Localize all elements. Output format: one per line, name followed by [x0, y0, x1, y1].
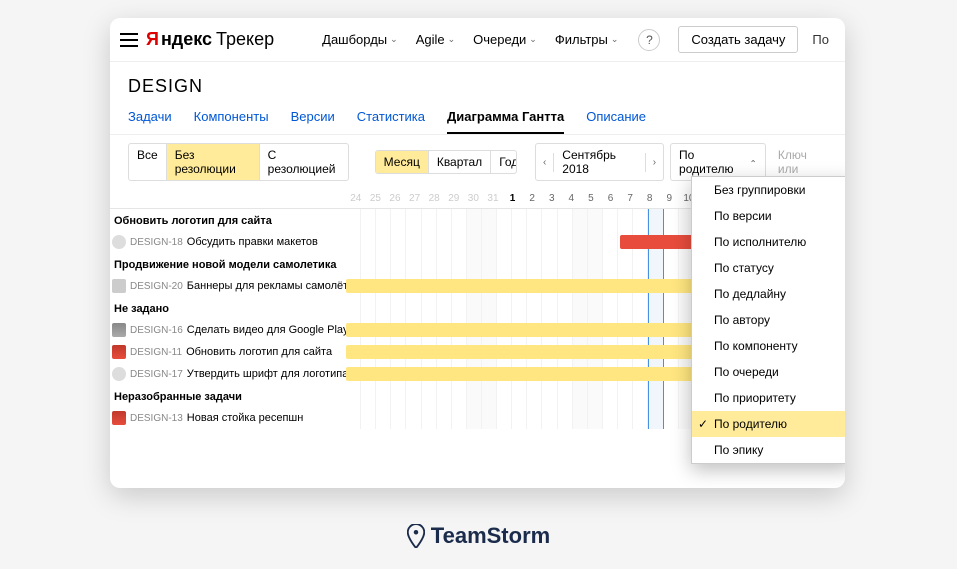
- day-cell[interactable]: 6: [601, 189, 621, 208]
- group-option[interactable]: По автору: [692, 307, 845, 333]
- day-cell[interactable]: 8: [640, 189, 660, 208]
- day-cell[interactable]: 1: [503, 189, 523, 208]
- day-cell[interactable]: 24: [346, 189, 366, 208]
- pin-icon: [407, 524, 425, 548]
- day-cell[interactable]: 5: [581, 189, 601, 208]
- day-cell[interactable]: 7: [620, 189, 640, 208]
- chevron-down-icon: ⌄: [390, 34, 398, 45]
- search-input[interactable]: Ключ или: [778, 148, 827, 176]
- task-key: DESIGN-20: [130, 281, 183, 292]
- nav-agile[interactable]: Agile ⌄: [416, 32, 455, 47]
- truncated-text: По: [812, 32, 829, 47]
- tab-versions[interactable]: Версии: [291, 109, 335, 134]
- period-quarter[interactable]: Квартал: [429, 151, 491, 173]
- task-key: DESIGN-13: [130, 413, 183, 424]
- resolution-with[interactable]: С резолюцией: [260, 144, 348, 180]
- logo[interactable]: Яндекс Трекер: [146, 29, 274, 50]
- task-name: Сделать видео для Google Play: [187, 324, 346, 336]
- help-button[interactable]: ?: [638, 29, 660, 51]
- tab-gantt[interactable]: Диаграмма Гантта: [447, 109, 564, 134]
- resolution-segment: Все Без резолюции С резолюцией: [128, 143, 349, 181]
- logo-andex: ндекс: [161, 29, 212, 50]
- chevron-down-icon: ⌄: [611, 34, 619, 45]
- day-cell[interactable]: 9: [660, 189, 680, 208]
- task-key: DESIGN-11: [130, 347, 182, 358]
- logo-tracker: Трекер: [216, 29, 274, 50]
- task-key: DESIGN-16: [130, 325, 183, 336]
- avatar: [112, 411, 126, 425]
- top-nav: Дашборды ⌄ Agile ⌄ Очереди ⌄ Фильтры ⌄: [322, 32, 618, 47]
- day-cell[interactable]: 2: [522, 189, 542, 208]
- date-nav: ‹ Сентябрь 2018 ›: [535, 143, 664, 181]
- chevron-down-icon: ⌄: [529, 34, 537, 45]
- avatar: [112, 235, 126, 249]
- resolution-none[interactable]: Без резолюции: [167, 144, 260, 180]
- avatar: [112, 367, 126, 381]
- topbar: Яндекс Трекер Дашборды ⌄ Agile ⌄ Очереди…: [110, 18, 845, 62]
- group-option[interactable]: По очереди: [692, 359, 845, 385]
- project-title: DESIGN: [110, 62, 845, 101]
- day-cell[interactable]: 31: [483, 189, 503, 208]
- group-option[interactable]: По дедлайну: [692, 281, 845, 307]
- task-key: DESIGN-18: [130, 237, 183, 248]
- nav-filters[interactable]: Фильтры ⌄: [555, 32, 619, 47]
- group-option[interactable]: По родителю: [692, 411, 845, 437]
- nav-queues[interactable]: Очереди ⌄: [473, 32, 537, 47]
- period-segment: Месяц Квартал Год: [375, 150, 517, 174]
- task-name: Обновить логотип для сайта: [186, 346, 332, 358]
- group-by-dropdown: Без группировкиПо версииПо исполнителюПо…: [691, 176, 845, 464]
- group-option[interactable]: По приоритету: [692, 385, 845, 411]
- tab-description[interactable]: Описание: [586, 109, 646, 134]
- group-option[interactable]: По статусу: [692, 255, 845, 281]
- tab-stats[interactable]: Статистика: [357, 109, 425, 134]
- footer-brand: TeamStorm: [0, 523, 957, 549]
- tabs: Задачи Компоненты Версии Статистика Диаг…: [110, 101, 845, 135]
- chevron-down-icon: ⌄: [448, 34, 456, 45]
- date-label[interactable]: Сентябрь 2018: [554, 144, 644, 180]
- avatar: [112, 345, 126, 359]
- task-name: Утвердить шрифт для логотипа: [187, 368, 346, 380]
- period-year[interactable]: Год: [491, 151, 517, 173]
- group-option[interactable]: По версии: [692, 203, 845, 229]
- tab-tasks[interactable]: Задачи: [128, 109, 172, 134]
- day-cell[interactable]: 27: [405, 189, 425, 208]
- day-cell[interactable]: 3: [542, 189, 562, 208]
- app-window: Яндекс Трекер Дашборды ⌄ Agile ⌄ Очереди…: [110, 18, 845, 488]
- footer-brand-text: TeamStorm: [431, 523, 550, 549]
- logo-y: Я: [146, 29, 159, 50]
- day-cell[interactable]: 4: [562, 189, 582, 208]
- day-cell[interactable]: 25: [366, 189, 386, 208]
- avatar: [112, 323, 126, 337]
- period-month[interactable]: Месяц: [376, 151, 429, 173]
- group-option[interactable]: По исполнителю: [692, 229, 845, 255]
- nav-dashboards[interactable]: Дашборды ⌄: [322, 32, 398, 47]
- task-name: Обсудить правки макетов: [187, 236, 318, 248]
- chevron-up-icon: ⌄: [749, 157, 757, 168]
- task-key: DESIGN-17: [130, 369, 183, 380]
- day-cell[interactable]: 28: [424, 189, 444, 208]
- day-cell[interactable]: 29: [444, 189, 464, 208]
- menu-icon[interactable]: [120, 33, 138, 47]
- group-option[interactable]: По эпику: [692, 437, 845, 463]
- date-next-button[interactable]: ›: [645, 153, 663, 172]
- task-name: Баннеры для рекламы самолёти: [187, 280, 346, 292]
- tab-components[interactable]: Компоненты: [194, 109, 269, 134]
- create-task-button[interactable]: Создать задачу: [678, 26, 798, 53]
- group-option[interactable]: Без группировки: [692, 177, 845, 203]
- task-name: Новая стойка ресепшн: [187, 412, 304, 424]
- day-cell[interactable]: 26: [385, 189, 405, 208]
- date-prev-button[interactable]: ‹: [536, 153, 554, 172]
- day-cell[interactable]: 30: [464, 189, 484, 208]
- avatar: [112, 279, 126, 293]
- resolution-all[interactable]: Все: [129, 144, 167, 180]
- group-option[interactable]: По компоненту: [692, 333, 845, 359]
